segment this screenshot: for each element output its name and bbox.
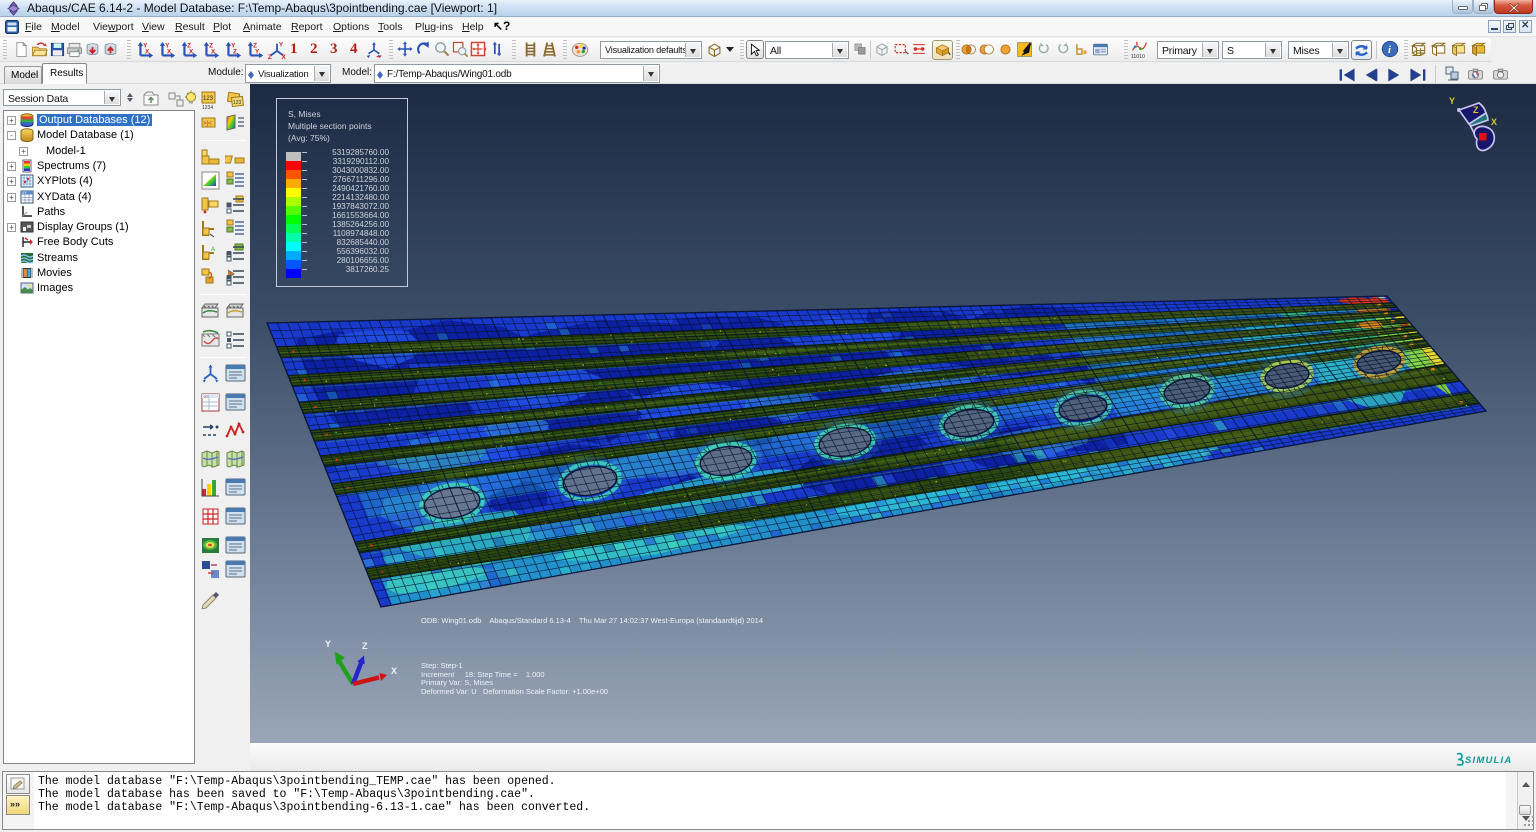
svg-text:Z: Z (362, 641, 368, 651)
svg-text:>|<: >|< (203, 121, 212, 127)
svg-text:X: X (167, 49, 172, 56)
svg-text:X: X (145, 49, 150, 56)
svg-text:123: 123 (203, 96, 214, 102)
svg-text:i: i (1388, 45, 1391, 56)
svg-text:Y: Y (255, 49, 260, 56)
svg-text:XY: XY (22, 191, 27, 195)
svg-text:X: X (282, 54, 287, 60)
svg-text:X: X (1491, 117, 1497, 127)
svg-text:Y: Y (325, 639, 331, 649)
svg-text:Y: Y (279, 41, 284, 48)
svg-text:SIMULIA: SIMULIA (1465, 755, 1512, 766)
svg-text:123: 123 (233, 100, 242, 106)
svg-text:X: X (391, 666, 397, 676)
svg-text:Z: Z (1473, 105, 1479, 115)
svg-text:X: X (189, 49, 194, 56)
svg-text:1234: 1234 (202, 105, 213, 111)
svg-text:11010: 11010 (1131, 54, 1145, 59)
svg-text:X: X (211, 49, 216, 56)
svg-text:Z: Z (233, 49, 237, 56)
svg-text:Z: Z (268, 54, 272, 60)
svg-text:Y: Y (1449, 96, 1455, 106)
svg-text:A: A (211, 247, 215, 253)
